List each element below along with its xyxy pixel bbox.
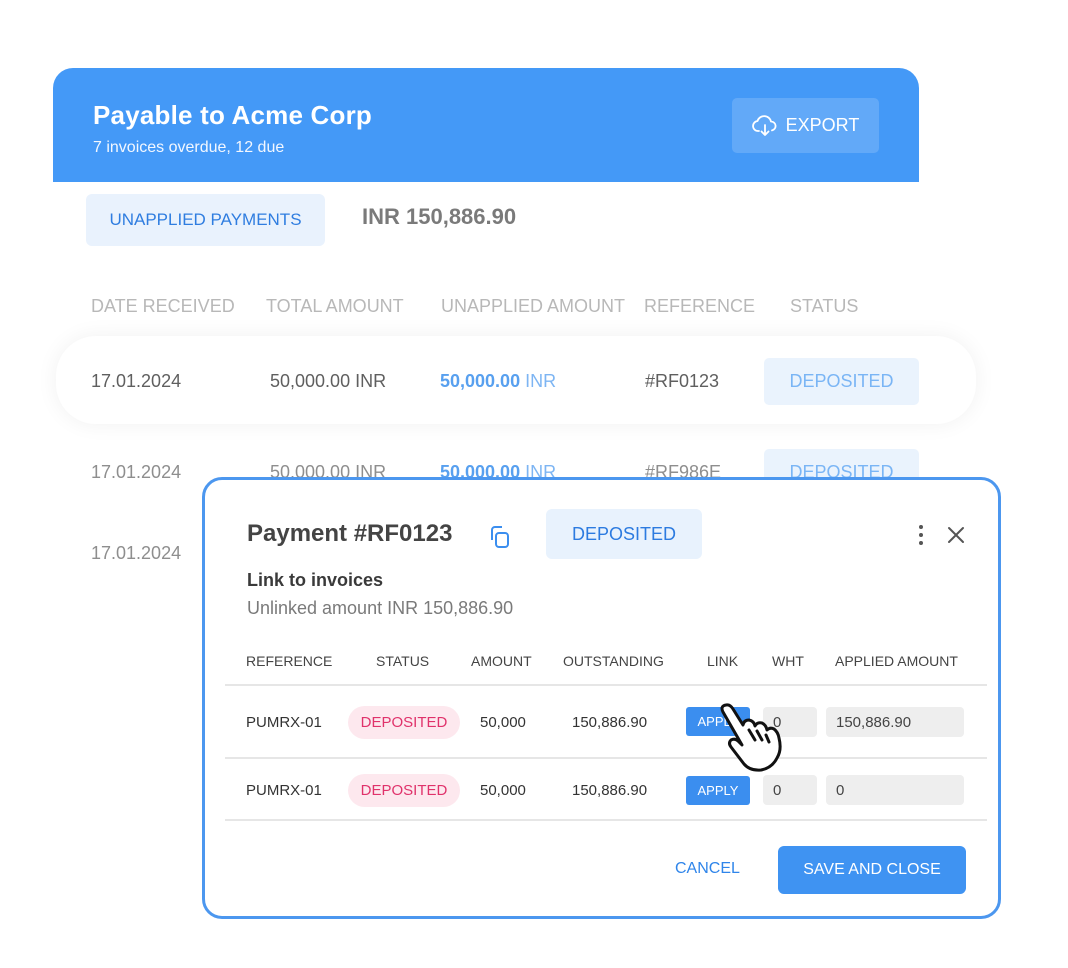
row-date: 17.01.2024 bbox=[91, 543, 182, 563]
invoice-amount: 50,000 bbox=[480, 714, 526, 731]
cancel-button[interactable]: CANCEL bbox=[675, 860, 740, 878]
copy-icon[interactable] bbox=[487, 524, 513, 550]
column-header-status: STATUS bbox=[790, 296, 859, 316]
column-header-total: TOTAL AMOUNT bbox=[266, 296, 404, 316]
modal-status-badge: DEPOSITED bbox=[546, 509, 702, 559]
page-title: Payable to Acme Corp bbox=[93, 100, 373, 130]
page-header: Payable to Acme Corp 7 invoices overdue,… bbox=[53, 68, 919, 182]
column-header-status: STATUS bbox=[376, 653, 430, 669]
cloud-download-icon bbox=[751, 114, 777, 136]
unapplied-total: INR 150,886.90 bbox=[362, 204, 517, 229]
payment-modal: Payment #RF0123 DEPOSITED Link to invoic… bbox=[202, 477, 1001, 919]
divider bbox=[225, 684, 987, 686]
row-unapplied: 50,000.00 INR bbox=[440, 371, 556, 392]
section-title: Link to invoices bbox=[247, 570, 384, 590]
column-header-reference: REFERENCE bbox=[246, 653, 333, 669]
hand-pointer-icon bbox=[720, 703, 782, 772]
status-badge: DEPOSITED bbox=[348, 706, 460, 739]
export-button[interactable]: EXPORT bbox=[732, 98, 879, 153]
invoice-outstanding: 150,886.90 bbox=[572, 782, 648, 799]
column-header-date: DATE RECEIVED bbox=[91, 296, 235, 316]
modal-title: Payment #RF0123 bbox=[247, 520, 453, 547]
apply-button[interactable]: APPLY bbox=[686, 776, 750, 805]
divider bbox=[225, 757, 987, 759]
page-subtitle: 7 invoices overdue, 12 due bbox=[93, 139, 285, 156]
status-badge: DEPOSITED bbox=[348, 774, 460, 807]
divider bbox=[225, 819, 987, 821]
column-header-amount: AMOUNT bbox=[471, 653, 532, 669]
row-date: 17.01.2024 bbox=[91, 371, 182, 391]
applied-amount-input[interactable]: 0 bbox=[826, 775, 964, 805]
column-header-applied: APPLIED AMOUNT bbox=[835, 653, 958, 669]
column-header-outstanding: OUTSTANDING bbox=[563, 653, 664, 669]
row-reference: #RF0123 bbox=[645, 371, 720, 391]
save-and-close-button[interactable]: SAVE AND CLOSE bbox=[778, 846, 966, 894]
status-badge: DEPOSITED bbox=[764, 358, 919, 405]
tab-unapplied-payments[interactable]: UNAPPLIED PAYMENTS bbox=[86, 194, 325, 246]
row-total: 50,000.00 INR bbox=[270, 371, 387, 391]
row-unapplied-unit: INR bbox=[525, 371, 557, 391]
invoice-reference: PUMRX-01 bbox=[246, 782, 322, 799]
column-header-reference: REFERENCE bbox=[644, 296, 756, 316]
row-unapplied-value: 50,000.00 bbox=[440, 371, 521, 391]
invoice-amount: 50,000 bbox=[480, 782, 526, 799]
invoice-reference: PUMRX-01 bbox=[246, 714, 322, 731]
row-date: 17.01.2024 bbox=[91, 462, 182, 482]
unlinked-amount: Unlinked amount INR 150,886.90 bbox=[247, 598, 514, 618]
column-header-link: LINK bbox=[707, 653, 739, 669]
applied-amount-input[interactable]: 150,886.90 bbox=[826, 707, 964, 737]
invoice-outstanding: 150,886.90 bbox=[572, 714, 648, 731]
column-header-unapplied: UNAPPLIED AMOUNT bbox=[441, 296, 626, 316]
more-options-icon[interactable] bbox=[915, 523, 927, 547]
close-icon[interactable] bbox=[946, 525, 966, 545]
export-label: EXPORT bbox=[785, 115, 860, 135]
wht-input[interactable]: 0 bbox=[763, 775, 817, 805]
column-header-wht: WHT bbox=[772, 653, 804, 669]
